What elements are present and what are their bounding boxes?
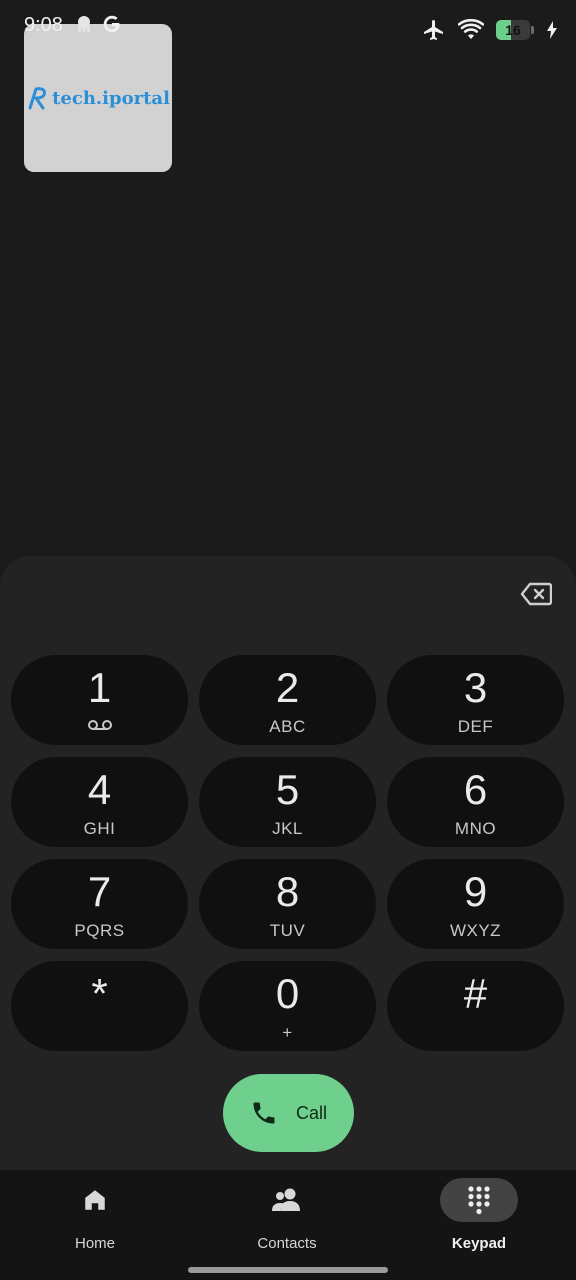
bottom-navigation: Home Contacts Keypad [0,1170,576,1280]
google-icon [103,15,120,33]
key-digit: 6 [463,766,488,813]
key-letters: GHI [83,819,116,838]
key-star[interactable]: * [11,961,188,1051]
keypad-icon-wrap [440,1178,518,1222]
home-indicator[interactable] [188,1267,388,1273]
key-letters: WXYZ [449,921,502,940]
key-1[interactable]: 1 [11,655,188,745]
logo-mark-icon [28,87,47,110]
call-button[interactable]: Call [223,1074,354,1152]
key-3[interactable]: 3 DEF [387,655,564,745]
key-letters: JKL [272,819,303,838]
battery-level: 16 [505,22,521,38]
key-digit: 5 [275,766,300,813]
contacts-icon [272,1188,300,1211]
key-hash[interactable]: # [387,961,564,1051]
tech-iportal-logo: tech.iportal [26,86,170,110]
phone-icon [253,1102,275,1124]
key-4[interactable]: 4 GHI [11,757,188,847]
key-digit: 9 [463,868,488,915]
home-icon-wrap [56,1178,134,1222]
dialer-sheet: 1 2 ABC 3 DEF 4 GHI 5 JKL 6 MNO 7 PQRS 8 TUV 9 WXYZ * 0 + # … [0,556,576,1170]
nav-label-keypad: Keypad [451,1235,507,1252]
status-time: 9:08 [24,14,63,36]
key-digit: 8 [275,868,300,915]
key-digit: 2 [275,664,300,711]
contacts-icon-wrap [248,1178,326,1222]
battery-indicator: 16 [496,20,534,40]
key-9[interactable]: 9 WXYZ [387,859,564,949]
status-left-icons [74,14,122,34]
key-letters: ABC [269,717,306,736]
app-notification-icon [78,16,90,32]
key-digit: 0 [275,970,300,1017]
key-2[interactable]: 2 ABC [199,655,376,745]
key-0[interactable]: 0 + [199,961,376,1051]
home-icon [85,1190,105,1210]
nav-item-contacts[interactable]: Contacts [207,1178,367,1258]
wifi-icon [458,19,484,39]
voicemail-icon [11,719,188,731]
key-digit: 7 [87,868,112,915]
key-letters: + [282,1023,293,1042]
key-letters: PQRS [74,921,125,940]
key-letters: DEF [457,717,494,736]
key-letters: TUV [269,921,306,940]
key-digit: # [463,970,488,1017]
nav-label-contacts: Contacts [257,1235,317,1252]
key-digit: 3 [463,664,488,711]
key-digit: 4 [87,766,112,813]
key-6[interactable]: 6 MNO [387,757,564,847]
charging-icon [547,21,557,39]
logo-text: tech.iportal [52,87,170,109]
status-right-icons: 16 [422,18,558,42]
call-label: Call [295,1102,327,1123]
key-letters: MNO [454,819,497,838]
key-8[interactable]: 8 TUV [199,859,376,949]
picture-in-picture-overlay[interactable]: tech.iportal [24,24,172,172]
nav-item-home[interactable]: Home [15,1178,175,1258]
key-digit: 1 [87,664,112,711]
key-7[interactable]: 7 PQRS [11,859,188,949]
key-digit: * [91,970,108,1017]
nav-item-keypad[interactable]: Keypad [399,1178,559,1258]
airplane-mode-icon [424,20,443,40]
key-5[interactable]: 5 JKL [199,757,376,847]
keypad-icon [468,1186,490,1215]
backspace-icon[interactable] [520,582,552,606]
nav-label-home: Home [74,1235,115,1252]
